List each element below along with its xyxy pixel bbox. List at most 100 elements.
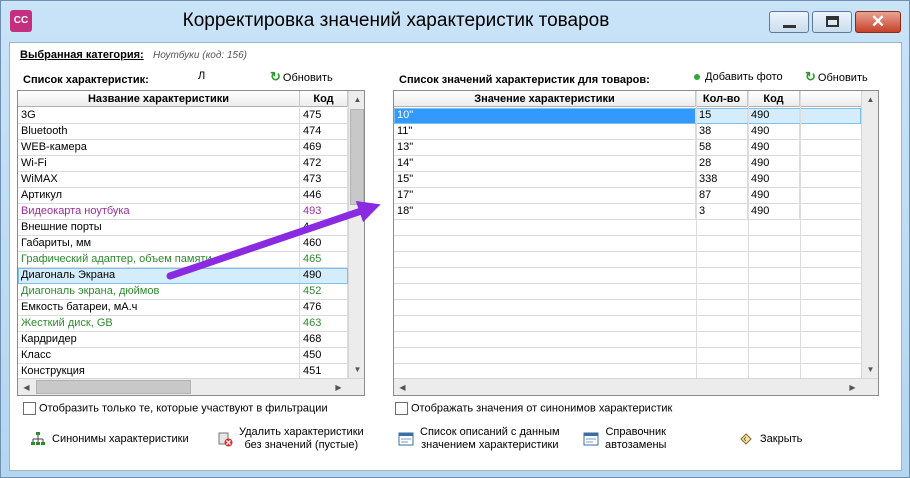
close-icon: ✕ (870, 12, 886, 31)
minimize-button[interactable] (769, 11, 809, 33)
values-grid[interactable]: Значение характеристики Кол-во Код 10" 15… (393, 90, 879, 396)
autoreplace-dictionary-button[interactable]: Справочник автозамены (583, 426, 666, 452)
scroll-up-icon[interactable]: ▲ (349, 91, 364, 108)
characteristic-row[interactable]: 3G 475 (18, 108, 348, 124)
count-cell[interactable]: 87 (696, 188, 748, 204)
delete-empty-button-label: Удалить характеристики без значений (пус… (239, 426, 364, 452)
characteristic-name-cell[interactable]: Видеокарта ноутбука (18, 204, 300, 220)
characteristics-horizontal-scrollbar[interactable]: ◀ ▶ (18, 378, 364, 395)
column-header-code[interactable]: Код (300, 91, 348, 107)
characteristic-row[interactable]: Wi-Fi 472 (18, 156, 348, 172)
column-header-value-code[interactable]: Код (748, 91, 800, 107)
scroll-down-icon[interactable]: ▼ (862, 361, 878, 378)
empty-row (394, 348, 861, 364)
values-vertical-scrollbar[interactable]: ▲ ▼ (861, 91, 878, 378)
characteristic-name-cell[interactable]: WEB-камера (18, 140, 300, 156)
filter-only-checkbox-box[interactable] (23, 402, 36, 415)
value-code-cell[interactable]: 490 (748, 204, 800, 220)
left-marker-text: Л (198, 70, 206, 82)
values-grid-header: Значение характеристики Кол-во Код (394, 91, 861, 107)
characteristic-code-cell[interactable]: 446 (300, 188, 348, 204)
characteristic-code-cell[interactable]: 450 (300, 348, 348, 364)
scroll-right-icon[interactable]: ▶ (330, 379, 347, 395)
value-row[interactable]: 14" 28 490 (394, 156, 861, 172)
close-window-button[interactable]: ✕ (855, 11, 901, 33)
synonyms-values-checkbox[interactable]: Отображать значения от синонимов характе… (395, 402, 672, 415)
characteristic-row[interactable]: Bluetooth 474 (18, 124, 348, 140)
characteristic-name-cell[interactable]: Артикул (18, 188, 300, 204)
horizontal-scroll-thumb[interactable] (36, 380, 191, 394)
filter-only-checkbox[interactable]: Отобразить только те, которые участвуют … (23, 402, 328, 415)
count-cell[interactable]: 38 (696, 124, 748, 140)
characteristic-name-cell[interactable]: Кардридер (18, 332, 300, 348)
left-refresh-button[interactable]: ↻ Обновить (270, 69, 333, 85)
value-row[interactable]: 15" 338 490 (394, 172, 861, 188)
scroll-left-icon[interactable]: ◀ (394, 379, 411, 395)
value-code-cell[interactable]: 490 (748, 156, 800, 172)
value-cell[interactable]: 17" (394, 188, 696, 204)
count-cell[interactable]: 338 (696, 172, 748, 188)
value-row[interactable]: 17" 87 490 (394, 188, 861, 204)
value-cell[interactable]: 11" (394, 124, 696, 140)
dictionary-line2: автозамены (605, 439, 667, 451)
characteristic-row[interactable]: Артикул 446 (18, 188, 348, 204)
vertical-scroll-thumb[interactable] (350, 109, 364, 205)
scroll-right-icon[interactable]: ▶ (844, 379, 861, 395)
characteristic-code-cell[interactable]: 468 (300, 332, 348, 348)
synonyms-values-checkbox-box[interactable] (395, 402, 408, 415)
characteristic-row[interactable]: Класс 450 (18, 348, 348, 364)
scroll-up-icon[interactable]: ▲ (862, 91, 878, 108)
value-cell[interactable]: 14" (394, 156, 696, 172)
characteristic-code-cell[interactable]: 473 (300, 172, 348, 188)
column-header-name[interactable]: Название характеристики (18, 91, 300, 107)
characteristic-code-cell[interactable]: 469 (300, 140, 348, 156)
count-cell[interactable]: 3 (696, 204, 748, 220)
value-cell[interactable]: 18" (394, 204, 696, 220)
characteristic-code-cell[interactable]: 475 (300, 108, 348, 124)
characteristic-name-cell[interactable]: Класс (18, 348, 300, 364)
add-photo-button[interactable]: Добавить фото (694, 71, 783, 83)
value-code-cell[interactable]: 490 (748, 188, 800, 204)
value-code-cell[interactable]: 490 (748, 140, 800, 156)
close-button[interactable]: Закрыть (738, 431, 802, 447)
add-photo-label: Добавить фото (705, 71, 783, 83)
characteristic-name-cell[interactable]: WiMAX (18, 172, 300, 188)
value-cell[interactable]: 10" (394, 108, 696, 124)
descriptions-list-button[interactable]: Список описаний с данным значением харак… (398, 426, 560, 452)
value-cell[interactable]: 13" (394, 140, 696, 156)
characteristics-grid-header: Название характеристики Код (18, 91, 348, 107)
hierarchy-icon (31, 432, 45, 445)
characteristic-code-cell[interactable]: 472 (300, 156, 348, 172)
characteristic-row[interactable]: Видеокарта ноутбука 493 (18, 204, 348, 220)
value-code-cell[interactable]: 490 (748, 172, 800, 188)
count-cell[interactable]: 58 (696, 140, 748, 156)
count-cell[interactable]: 15 (696, 108, 748, 124)
value-row[interactable]: 10" 15 490 (394, 108, 861, 124)
value-code-cell[interactable]: 490 (748, 124, 800, 140)
value-cell[interactable]: 15" (394, 172, 696, 188)
count-cell[interactable]: 28 (696, 156, 748, 172)
maximize-button[interactable] (812, 11, 852, 33)
right-refresh-button[interactable]: ↻ Обновить (805, 69, 868, 85)
characteristic-row[interactable]: WiMAX 473 (18, 172, 348, 188)
scroll-down-icon[interactable]: ▼ (349, 361, 364, 378)
scroll-left-icon[interactable]: ◀ (18, 379, 35, 395)
title-bar[interactable]: CC Корректировка значений характеристик … (1, 1, 909, 41)
characteristic-code-cell[interactable]: 474 (300, 124, 348, 140)
characteristic-row[interactable]: WEB-камера 469 (18, 140, 348, 156)
value-code-cell[interactable]: 490 (748, 108, 800, 124)
empty-row (394, 252, 861, 268)
value-row[interactable]: 18" 3 490 (394, 204, 861, 220)
value-row[interactable]: 13" 58 490 (394, 140, 861, 156)
column-header-filler (800, 91, 861, 107)
values-horizontal-scrollbar[interactable]: ◀ ▶ (394, 378, 878, 395)
delete-empty-button[interactable]: Удалить характеристики без значений (пус… (217, 426, 364, 452)
synonyms-button[interactable]: Синонимы характеристики (30, 431, 189, 447)
column-header-count[interactable]: Кол-во (696, 91, 748, 107)
characteristic-name-cell[interactable]: 3G (18, 108, 300, 124)
characteristic-name-cell[interactable]: Bluetooth (18, 124, 300, 140)
characteristic-name-cell[interactable]: Wi-Fi (18, 156, 300, 172)
column-header-value[interactable]: Значение характеристики (394, 91, 696, 107)
characteristic-row[interactable]: Кардридер 468 (18, 332, 348, 348)
value-row[interactable]: 11" 38 490 (394, 124, 861, 140)
